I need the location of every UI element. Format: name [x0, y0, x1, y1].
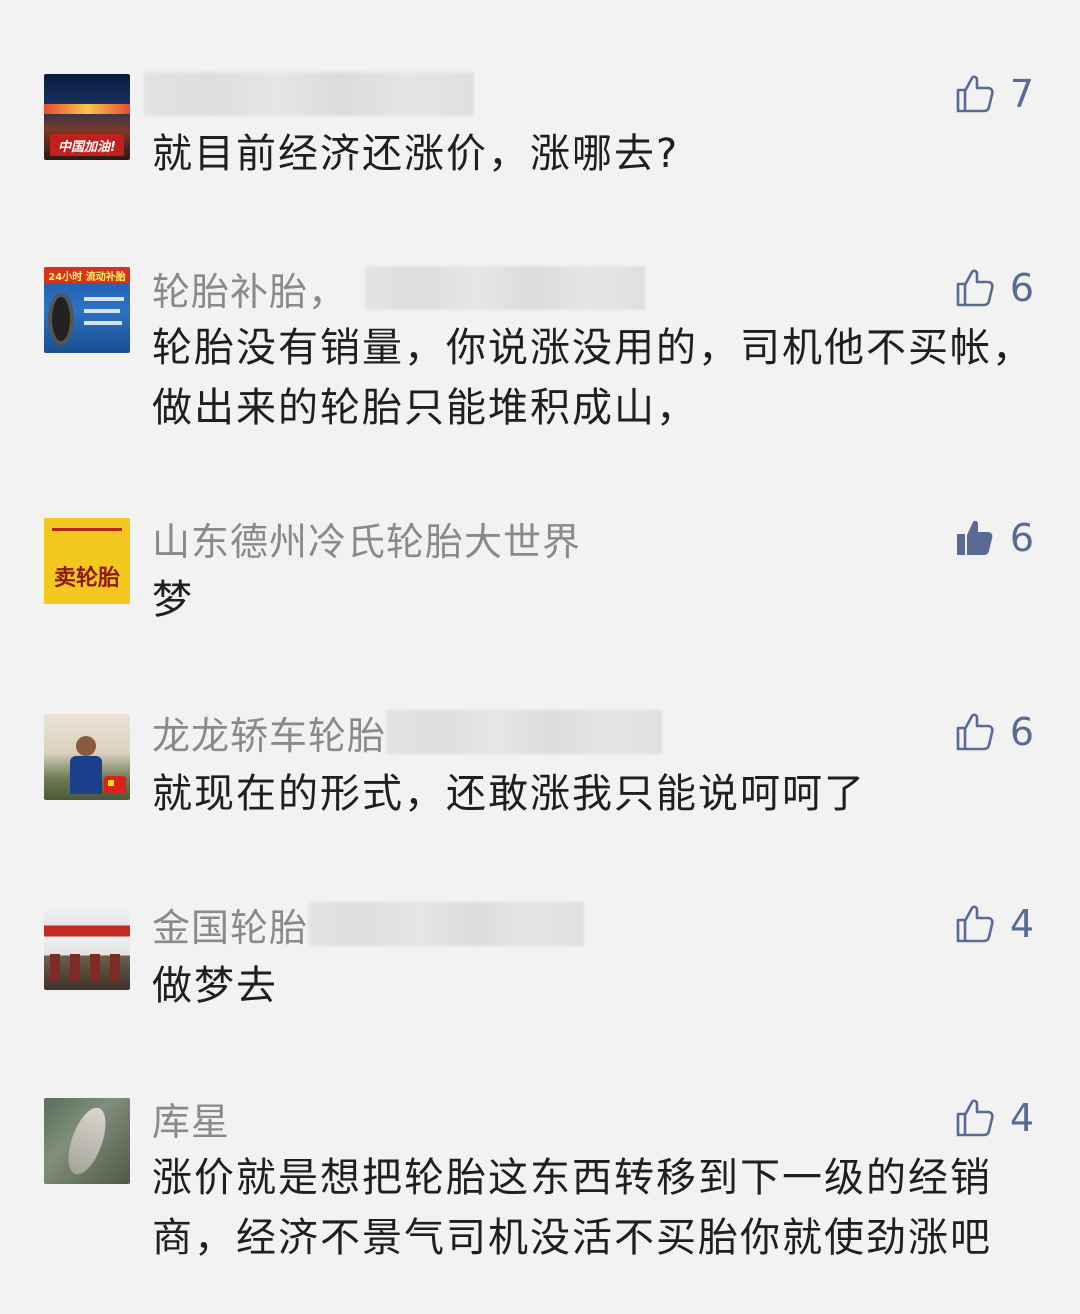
avatar-caption: 中国加油! [58, 140, 116, 155]
like-button[interactable]: 6 [954, 512, 1034, 564]
like-count: 6 [1009, 516, 1034, 560]
like-count: 7 [1009, 72, 1034, 116]
like-button[interactable]: 4 [954, 898, 1034, 950]
avatar[interactable]: 24小时 流动补胎 [44, 267, 130, 353]
avatar[interactable] [44, 904, 130, 990]
comment-text: 梦 [152, 577, 194, 623]
thumbs-up-icon [954, 903, 996, 945]
thumbs-up-icon [954, 1097, 996, 1139]
thumbs-up-filled-icon [954, 517, 996, 559]
blurred-username [386, 710, 663, 754]
like-button[interactable]: 6 [954, 262, 1034, 314]
name-row: 轮胎补胎， [152, 261, 646, 316]
thumbs-up-icon [954, 711, 996, 753]
comment-text: 就目前经济还涨价，涨哪去? [152, 131, 680, 177]
like-count: 4 [1009, 1096, 1034, 1140]
avatar[interactable] [44, 1098, 130, 1184]
avatar[interactable]: 中国加油! [44, 74, 130, 160]
like-count: 6 [1009, 710, 1034, 754]
comment-text: 做梦去 [152, 963, 278, 1009]
comment-text: 轮胎没有销量，你说涨没用的，司机他不买帐，做出来的轮胎只能堆积成山， [152, 325, 1034, 431]
avatar[interactable]: 卖轮胎 [44, 518, 130, 604]
like-button[interactable]: 6 [954, 706, 1034, 758]
name-row [144, 68, 474, 120]
name-row: 山东德州冷氏轮胎大世界 [152, 512, 581, 564]
username[interactable]: 轮胎补胎， [152, 261, 347, 316]
blurred-username [365, 266, 646, 310]
name-row: 龙龙轿车轮胎 [152, 705, 663, 760]
like-button[interactable]: 7 [954, 68, 1034, 120]
comment-text: 涨价就是想把轮胎这东西转移到下一级的经销商，经济不景气司机没活不买胎你就使劲涨吧 [152, 1155, 992, 1261]
username[interactable]: 龙龙轿车轮胎 [152, 705, 386, 760]
like-button[interactable]: 4 [954, 1092, 1034, 1144]
avatar-caption: 卖轮胎 [53, 565, 120, 591]
thumbs-up-icon [954, 73, 996, 115]
comment-text: 就现在的形式，还敢涨我只能说呵呵了 [152, 771, 866, 817]
username[interactable]: 金国轮胎 [152, 897, 308, 952]
like-count: 6 [1009, 266, 1034, 310]
name-row: 库星 [152, 1092, 230, 1144]
blurred-username [308, 902, 585, 946]
avatar[interactable] [44, 714, 130, 800]
name-row: 金国轮胎 [152, 897, 585, 952]
username[interactable]: 山东德州冷氏轮胎大世界 [152, 511, 581, 566]
like-count: 4 [1009, 902, 1034, 946]
thumbs-up-icon [954, 267, 996, 309]
blurred-username [144, 72, 474, 116]
username[interactable]: 库星 [152, 1091, 230, 1146]
avatar-caption: 24小时 流动补胎 [48, 272, 126, 283]
